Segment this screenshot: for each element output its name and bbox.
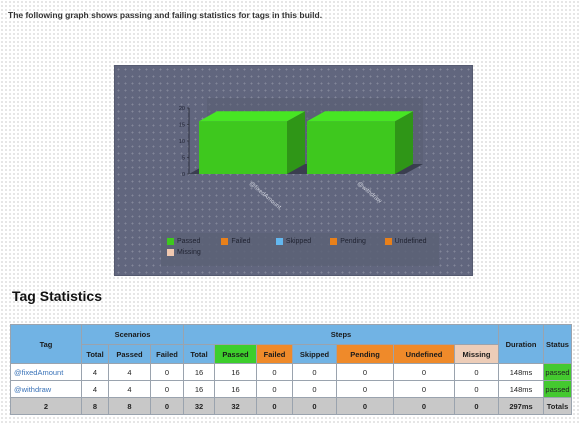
category-label: @fixedAmount: [248, 181, 282, 211]
cell-duration: 148ms: [498, 363, 545, 381]
totals-steps-skipped: 0: [292, 397, 338, 415]
cell-scenarios-failed: 0: [149, 363, 185, 381]
totals-scenarios-total: 8: [81, 397, 109, 415]
legend-item-undefined: Undefined: [384, 238, 433, 245]
bar-side: [287, 111, 305, 174]
col-duration: Duration: [498, 324, 545, 364]
legend-item-missing: Missing: [167, 249, 217, 256]
y-tick-label: 0: [182, 172, 185, 178]
legend-label: Missing: [177, 249, 201, 256]
totals-steps-pending: 0: [336, 397, 395, 415]
legend-swatch: [275, 238, 283, 245]
legend-row: Missing: [167, 249, 433, 256]
legend-label: Failed: [231, 238, 251, 245]
y-tick-label: 10: [179, 139, 185, 145]
totals-steps-failed: 0: [256, 397, 294, 415]
col-scenarios-passed: Passed: [108, 344, 151, 364]
bar-top: [307, 111, 413, 122]
legend-swatch: [167, 249, 174, 256]
legend-row: Passed Failed Skipped Pending Undefined: [167, 238, 433, 245]
legend-item-pending: Pending: [330, 238, 378, 245]
col-steps-missing: Missing: [454, 344, 500, 364]
status-badge: passed: [543, 380, 573, 398]
cell-duration: 148ms: [498, 380, 545, 398]
bar-passed: [199, 121, 287, 174]
col-scenarios-failed: Failed: [149, 344, 185, 364]
legend-label: Undefined: [394, 238, 427, 245]
legend-item-failed: Failed: [221, 238, 269, 245]
tag-stats-chart: 0 5 10 15 20 @fixedAmount @withdraw Passed Fail…: [114, 65, 473, 276]
bar-passed: [307, 121, 395, 174]
col-steps-failed: Failed: [256, 344, 294, 364]
legend-swatch: [330, 238, 338, 245]
totals-row: 2 8 8 0 32 32 0 0 0 0 0 297ms Totals: [10, 397, 573, 415]
legend-item-skipped: Skipped: [275, 238, 324, 245]
legend-label: Skipped: [285, 238, 312, 245]
cell-steps-passed: 16: [214, 380, 258, 398]
totals-label: Totals: [543, 397, 573, 415]
legend-label: Passed: [177, 238, 201, 245]
table-row: @withdraw 4 4 0 16 16 0 0 0 0 0 148ms pa…: [10, 380, 573, 398]
cell-scenarios-failed: 0: [149, 380, 185, 398]
col-scenarios-total: Total: [81, 344, 109, 364]
col-steps-skipped: Skipped: [292, 344, 338, 364]
status-badge: passed: [543, 363, 573, 381]
cell-steps-total: 16: [183, 380, 216, 398]
table-row: @fixedAmount 4 4 0 16 16 0 0 0 0 0 148ms…: [10, 363, 573, 381]
col-steps-undefined: Undefined: [393, 344, 456, 364]
y-tick-label: 5: [182, 156, 185, 162]
category-label: @withdraw: [356, 181, 383, 205]
legend-swatch: [167, 238, 174, 245]
cell-scenarios-passed: 4: [108, 363, 151, 381]
legend-swatch: [384, 238, 392, 245]
cell-steps-skipped: 0: [292, 380, 338, 398]
col-tag: Tag: [10, 324, 82, 364]
col-steps-pending: Pending: [336, 344, 395, 364]
section-title: Tag Statistics: [12, 288, 102, 304]
tag-link[interactable]: @fixedAmount: [10, 363, 82, 381]
totals-steps-missing: 0: [454, 397, 500, 415]
legend-label: Pending: [340, 238, 366, 245]
cell-steps-skipped: 0: [292, 363, 338, 381]
totals-tag-count: 2: [10, 397, 82, 415]
totals-scenarios-failed: 0: [149, 397, 185, 415]
cell-scenarios-total: 4: [81, 363, 109, 381]
chart-legend: Passed Failed Skipped Pending Undefined Miss…: [161, 233, 439, 266]
cell-scenarios-total: 4: [81, 380, 109, 398]
group-steps: Steps: [183, 324, 500, 345]
totals-duration: 297ms: [498, 397, 545, 415]
totals-scenarios-passed: 8: [108, 397, 151, 415]
cell-steps-missing: 0: [454, 363, 500, 381]
col-steps-passed: Passed: [214, 344, 258, 364]
legend-item-passed: Passed: [167, 238, 215, 245]
tag-statistics-table: Tag Scenarios Steps Duration Status Tota…: [10, 324, 573, 415]
totals-steps-undefined: 0: [393, 397, 456, 415]
bar-side: [395, 111, 413, 174]
cell-steps-pending: 0: [336, 380, 395, 398]
cell-steps-undefined: 0: [393, 380, 456, 398]
cell-steps-total: 16: [183, 363, 216, 381]
intro-text: The following graph shows passing and fa…: [8, 10, 323, 20]
bar-top: [199, 111, 305, 122]
col-status: Status: [543, 324, 573, 364]
cell-steps-failed: 0: [256, 363, 294, 381]
group-scenarios: Scenarios: [80, 324, 185, 345]
totals-steps-passed: 32: [214, 397, 258, 415]
legend-swatch: [221, 238, 229, 245]
tag-link[interactable]: @withdraw: [10, 380, 82, 398]
y-tick-label: 15: [179, 123, 185, 129]
cell-steps-missing: 0: [454, 380, 500, 398]
totals-steps-total: 32: [183, 397, 216, 415]
cell-scenarios-passed: 4: [108, 380, 151, 398]
y-tick-label: 20: [179, 106, 185, 112]
col-steps-total: Total: [183, 344, 216, 364]
cell-steps-failed: 0: [256, 380, 294, 398]
cell-steps-passed: 16: [214, 363, 258, 381]
cell-steps-pending: 0: [336, 363, 395, 381]
cell-steps-undefined: 0: [393, 363, 456, 381]
